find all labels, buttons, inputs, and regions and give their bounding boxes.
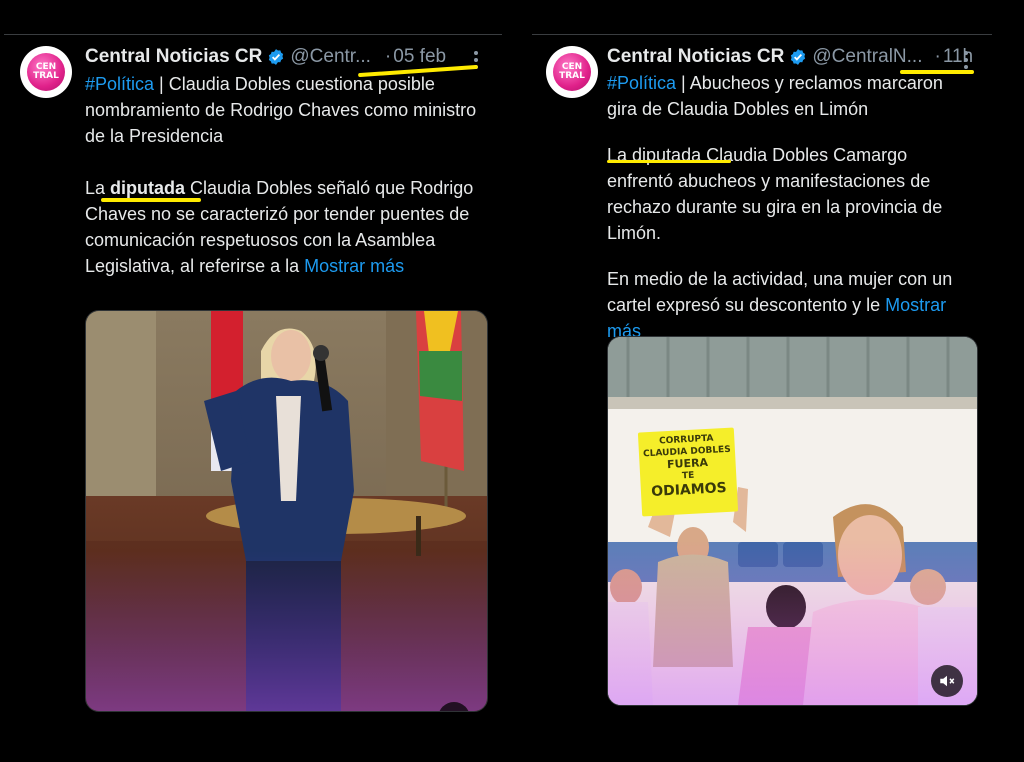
video-scene-speaker xyxy=(86,311,487,711)
tweet-card-1[interactable]: CEN TRAL Central Noticias CR @Centr... ·… xyxy=(0,36,510,756)
top-divider-left xyxy=(4,34,502,35)
body-paragraph-1: La diputada Claudia Dobles Camargo enfre… xyxy=(607,145,943,243)
post-date[interactable]: 05 feb xyxy=(393,46,446,68)
account-handle[interactable]: @CentralN... xyxy=(812,46,922,68)
tweet-card-2[interactable]: CEN TRAL Central Noticias CR @CentralN..… xyxy=(532,36,1012,756)
account-name[interactable]: Central Noticias CR xyxy=(607,46,784,68)
account-name[interactable]: Central Noticias CR xyxy=(85,46,262,68)
protest-sign: CORRUPTA CLAUDIA DOBLES FUERA TE ODIAMOS xyxy=(637,427,739,517)
top-divider-right xyxy=(532,34,992,35)
tweet-header: Central Noticias CR @CentralN... · 11h xyxy=(607,46,973,68)
avatar-text-bottom: TRAL xyxy=(559,71,585,81)
video-scene-protest xyxy=(608,337,977,705)
highlighted-word: diputada xyxy=(110,178,186,198)
account-handle[interactable]: @Centr... xyxy=(290,46,371,68)
verified-badge-icon xyxy=(791,49,806,65)
avatar-text-bottom: TRAL xyxy=(33,71,59,81)
avatar[interactable]: CEN TRAL xyxy=(20,46,72,98)
show-more-link[interactable]: Mostrar más xyxy=(304,256,404,276)
tweet-text: #Política | Claudia Dobles cuestiona pos… xyxy=(85,71,495,279)
highlight-underline-diputada xyxy=(101,198,201,202)
verified-badge-icon xyxy=(269,49,284,65)
para-prefix: La xyxy=(85,178,111,198)
highlight-underline-la-diputada xyxy=(607,160,731,163)
video-thumbnail[interactable]: CORRUPTA CLAUDIA DOBLES FUERA TE ODIAMOS xyxy=(607,336,978,706)
avatar[interactable]: CEN TRAL xyxy=(546,46,598,98)
more-options-icon[interactable] xyxy=(963,50,969,70)
separator-dot: · xyxy=(384,46,392,67)
tweet-header: Central Noticias CR @Centr... · 05 feb xyxy=(85,46,446,68)
separator-dot: · xyxy=(934,46,941,67)
hashtag-link[interactable]: #Política xyxy=(607,73,676,93)
tweet-text: #Política | Abucheos y reclamos marcaron… xyxy=(607,70,967,344)
video-thumbnail[interactable] xyxy=(85,310,488,712)
muted-audio-icon[interactable] xyxy=(931,665,963,697)
hashtag-link[interactable]: #Política xyxy=(85,74,154,94)
